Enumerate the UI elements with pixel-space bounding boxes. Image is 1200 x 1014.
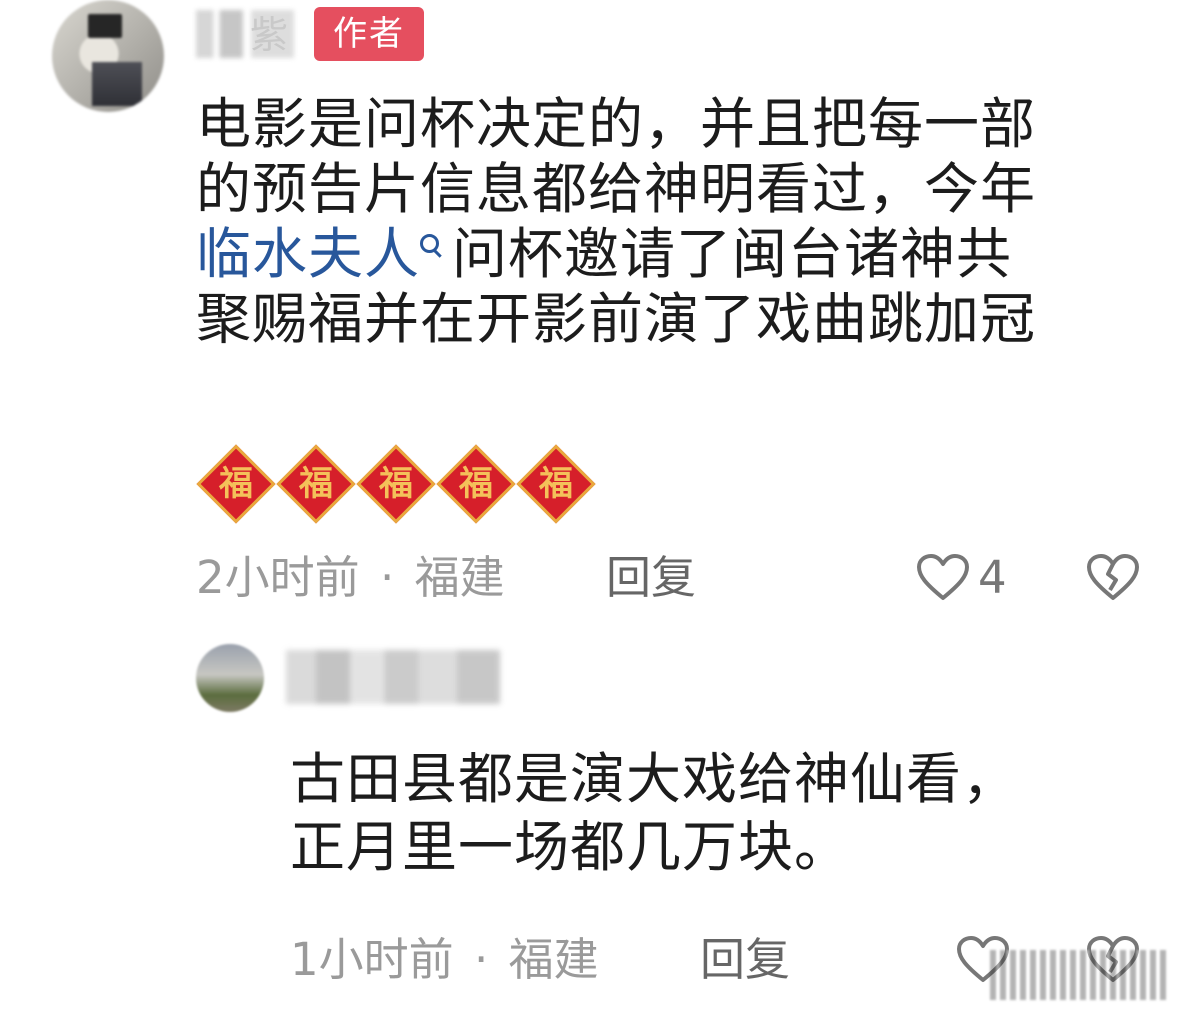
search-icon[interactable] — [420, 234, 442, 256]
reply-time: 1小时前 — [290, 933, 454, 986]
reply-button[interactable]: 回复 — [606, 548, 696, 608]
meta-dot: · — [473, 933, 489, 986]
avatar[interactable] — [52, 0, 164, 112]
reply-avatar[interactable] — [196, 644, 264, 712]
comment-location: 福建 — [414, 551, 505, 604]
comment-line: 聚赐福并在开影前演了戏曲跳加冠 — [196, 287, 1037, 351]
comment-time: 2小时前 — [196, 551, 360, 604]
fu-emoji-icon: 福 — [516, 444, 596, 524]
fu-emoji-icon: 福 — [356, 444, 436, 524]
comment-line: 的预告片信息都给神明看过，今年 — [196, 157, 1037, 221]
reply-username-blurred[interactable] — [286, 650, 500, 704]
like-count: 4 — [978, 551, 1007, 604]
reply-reply-button[interactable]: 回复 — [700, 930, 790, 990]
author-badge: 作者 — [314, 7, 424, 61]
like-heart-icon[interactable] — [916, 554, 970, 602]
topic-link[interactable]: 临水夫人 — [196, 222, 420, 286]
comment-line-rest: 问杯邀请了闽台诸神共 — [452, 222, 1013, 286]
reply-line: 正月里一场都几万块。 — [290, 815, 851, 879]
comment-line: 电影是问杯决定的，并且把每一部 — [196, 92, 1037, 156]
reply-text: 古田县都是演大戏给神仙看， 正月里一场都几万块。 — [290, 745, 1110, 881]
fu-emoji-icon: 福 — [436, 444, 516, 524]
reply-meta: 1小时前 · 福建 — [290, 930, 599, 990]
reply-line: 古田县都是演大戏给神仙看， — [290, 747, 1019, 811]
username-suffix[interactable]: 紫 — [250, 10, 288, 60]
fu-emoji-icon: 福 — [276, 444, 356, 524]
watermark — [990, 950, 1170, 1000]
fu-emoji-icon: 福 — [196, 444, 276, 524]
dislike-broken-heart-icon[interactable] — [1086, 554, 1140, 602]
comment-meta: 2小时前 · 福建 — [196, 548, 505, 608]
comment-text: 电影是问杯决定的，并且把每一部 的预告片信息都给神明看过，今年 临水夫人 问杯邀请… — [196, 92, 1156, 352]
meta-dot: · — [379, 551, 395, 604]
reply-location: 福建 — [508, 933, 599, 986]
comment-line: 临水夫人 问杯邀请了闽台诸神共 — [196, 222, 1156, 287]
